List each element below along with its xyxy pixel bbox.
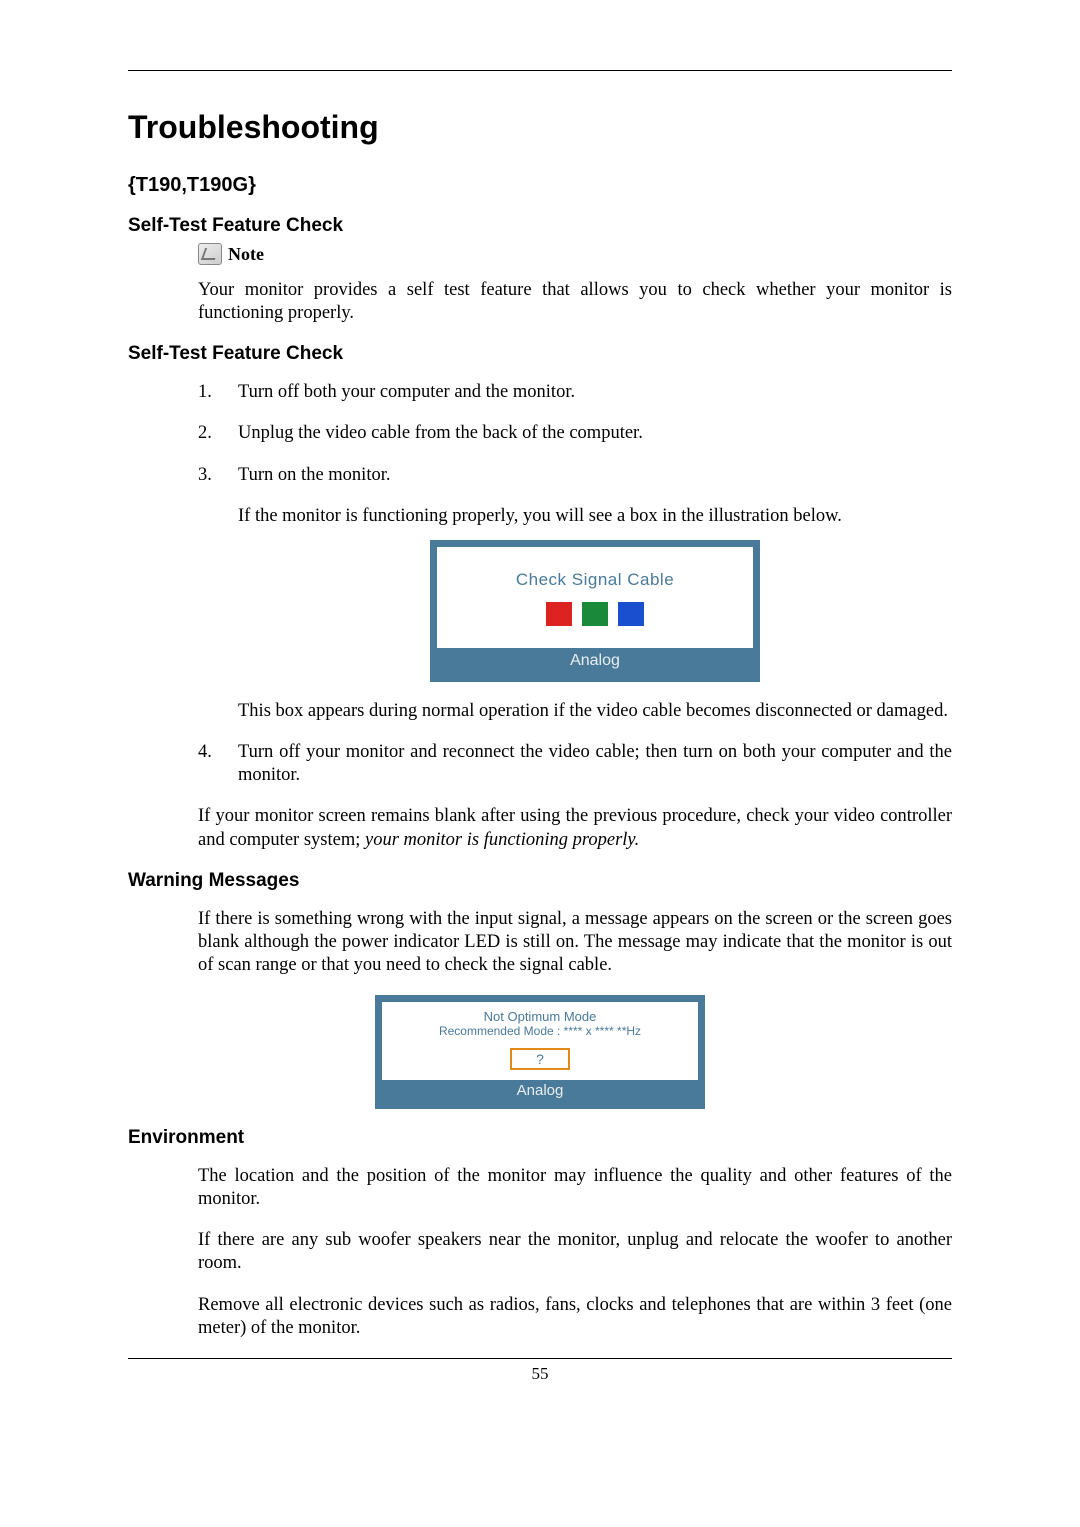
blue-square-icon	[618, 602, 644, 626]
red-square-icon	[546, 602, 572, 626]
page-title: Troubleshooting	[128, 109, 952, 146]
not-optimum-mode-box: Not Optimum Mode Recommended Mode : ****…	[375, 995, 705, 1109]
top-rule	[128, 70, 952, 71]
color-squares	[437, 602, 753, 648]
environment-p1: The location and the position of the mon…	[198, 1165, 952, 1211]
self-test-intro-text: Your monitor provides a self test featur…	[198, 279, 952, 325]
page-number: 55	[128, 1364, 952, 1384]
step-3-text: Turn on the monitor.	[238, 465, 390, 485]
environment-heading: Environment	[128, 1127, 952, 1149]
check-signal-cable-box: Check Signal Cable Analog	[430, 540, 760, 682]
step-3: Turn on the monitor. If the monitor is f…	[198, 464, 952, 724]
analog-footer-2: Analog	[382, 1080, 698, 1102]
step-4: Turn off your monitor and reconnect the …	[198, 741, 952, 787]
warning-messages-heading: Warning Messages	[128, 870, 952, 892]
steps-list: Turn off both your computer and the moni…	[198, 381, 952, 787]
step-1: Turn off both your computer and the moni…	[198, 381, 952, 404]
question-mark-button: ?	[510, 1048, 570, 1070]
environment-p3: Remove all electronic devices such as ra…	[198, 1294, 952, 1340]
note-label: Note	[228, 244, 264, 265]
analog-footer-1: Analog	[437, 648, 753, 675]
note-icon	[198, 243, 222, 265]
environment-p2: If there are any sub woofer speakers nea…	[198, 1229, 952, 1275]
not-optimum-title: Not Optimum Mode	[382, 1002, 698, 1024]
step-3-sub: If the monitor is functioning properly, …	[238, 505, 952, 528]
recommended-mode-text: Recommended Mode : **** x **** **Hz	[382, 1024, 698, 1048]
check-signal-cable-title: Check Signal Cable	[437, 547, 753, 602]
self-test-closing: If your monitor screen remains blank aft…	[198, 805, 952, 851]
green-square-icon	[582, 602, 608, 626]
note-row: Note	[198, 243, 952, 265]
step-3-after: This box appears during normal operation…	[238, 700, 952, 723]
self-test-heading-2: Self-Test Feature Check	[128, 343, 952, 365]
step-2: Unplug the video cable from the back of …	[198, 422, 952, 445]
warning-body: If there is something wrong with the inp…	[198, 908, 952, 977]
self-test-heading-1: Self-Test Feature Check	[128, 215, 952, 237]
closing-b-italic: your monitor is functioning properly.	[365, 830, 639, 850]
model-number: {T190,T190G}	[128, 174, 952, 197]
document-page: Troubleshooting {T190,T190G} Self-Test F…	[0, 0, 1080, 1424]
bottom-rule	[128, 1358, 952, 1359]
